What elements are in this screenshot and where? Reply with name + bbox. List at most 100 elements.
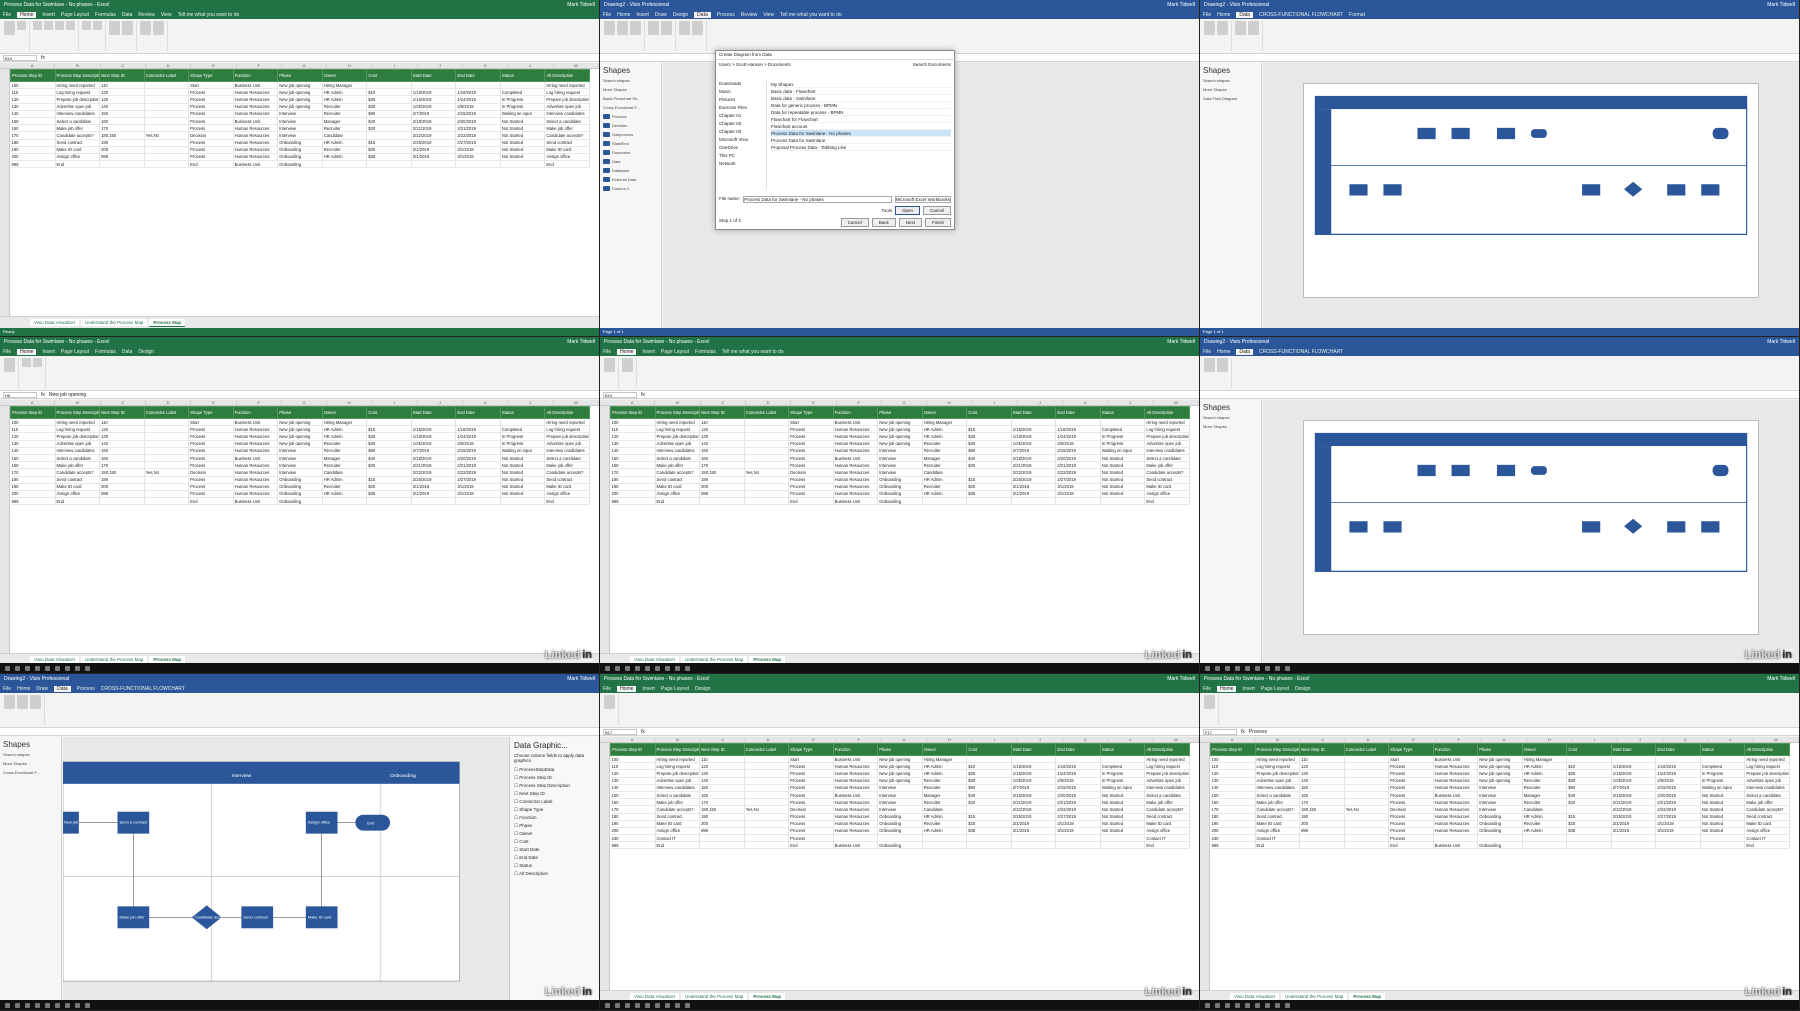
table-cell[interactable]: 110: [699, 755, 745, 764]
column-header[interactable]: Process Step ID: [610, 406, 656, 419]
table-cell[interactable]: Waiting on input: [1100, 784, 1146, 792]
table-cell[interactable]: Not Started: [500, 146, 546, 154]
tab-page-layout[interactable]: Page Layout: [61, 349, 89, 355]
table-cell[interactable]: 130: [10, 440, 56, 448]
table-cell[interactable]: Candidate: [322, 468, 368, 477]
shape-process[interactable]: Process: [603, 114, 658, 119]
table-cell[interactable]: 2/21/2019: [1655, 798, 1701, 807]
table-cell[interactable]: Human Resources: [833, 447, 879, 455]
table-cell[interactable]: Onboarding: [877, 490, 923, 499]
table-cell[interactable]: [1344, 784, 1390, 792]
table-cell[interactable]: Select a candidate: [655, 454, 701, 463]
column-header[interactable]: Alt Description: [1144, 406, 1190, 419]
table-cell[interactable]: Advertise open job: [55, 103, 101, 111]
table-cell[interactable]: Process: [788, 461, 834, 470]
table-cell[interactable]: [744, 841, 790, 850]
tab-data[interactable]: Data: [122, 12, 133, 18]
table-cell[interactable]: Hiring need reported: [1144, 418, 1190, 427]
table-row[interactable]: 120 Prepare job description 130 Process Huma…: [10, 432, 590, 441]
tab-home[interactable]: Home: [1217, 685, 1237, 692]
table-cell[interactable]: [144, 490, 190, 499]
table-cell[interactable]: [744, 762, 790, 771]
column-header[interactable]: Next Step ID: [1299, 743, 1345, 756]
table-cell[interactable]: Recruiter: [322, 447, 368, 455]
table-cell[interactable]: Recruiter: [322, 440, 368, 448]
table-cell[interactable]: 230: [1210, 834, 1256, 843]
table-cell[interactable]: 1/18/2019: [1011, 432, 1057, 441]
taskbar-app-icon[interactable]: [65, 665, 70, 671]
table-cell[interactable]: 170: [99, 124, 145, 133]
table-cell[interactable]: Process: [1388, 791, 1434, 800]
table-cell[interactable]: Recruiter: [922, 461, 968, 470]
table-cell[interactable]: 190: [699, 476, 745, 484]
table-cell[interactable]: 2/22/2019: [1055, 468, 1101, 477]
column-header[interactable]: Alt Description: [544, 406, 590, 419]
table-cell[interactable]: Make ID card: [655, 483, 701, 491]
table-cell[interactable]: Recruiter: [322, 103, 368, 111]
table-cell[interactable]: Process: [188, 483, 234, 491]
table-cell[interactable]: $15: [1566, 813, 1612, 821]
table-cell[interactable]: Interview candidates: [655, 784, 701, 792]
taskbar-app-icon[interactable]: [1245, 665, 1250, 671]
taskbar-app-icon[interactable]: [45, 665, 50, 671]
table-cell[interactable]: Onboarding: [877, 813, 923, 821]
table-cell[interactable]: $35: [966, 490, 1012, 499]
table-cell[interactable]: 150: [1299, 784, 1345, 792]
table-row[interactable]: 160 Make job offer 170 Process Human Resourc…: [10, 124, 590, 133]
table-cell[interactable]: Candidate accepts?: [544, 131, 590, 140]
table-cell[interactable]: $35: [1566, 827, 1612, 836]
table-cell[interactable]: [144, 117, 190, 126]
table-cell[interactable]: Advertise open job: [1144, 440, 1190, 448]
table-cell[interactable]: [1700, 834, 1746, 843]
filename-input[interactable]: Process Data for Swimlane - No phases: [743, 196, 892, 203]
table-cell[interactable]: Interview: [277, 468, 323, 477]
table-cell[interactable]: 2/22/2019: [1011, 468, 1057, 477]
table-cell[interactable]: [411, 497, 457, 506]
table-cell[interactable]: Log hiring request: [1744, 762, 1790, 771]
table-cell[interactable]: Business Unit: [833, 841, 879, 850]
table-cell[interactable]: [144, 81, 190, 90]
table-cell[interactable]: [833, 834, 879, 843]
table-cell[interactable]: Business Unit: [833, 791, 879, 800]
table-cell[interactable]: Advertise open job: [1744, 777, 1790, 785]
table-cell[interactable]: HR Admin: [322, 425, 368, 434]
table-cell[interactable]: [1611, 755, 1657, 764]
sheet-tab-understand[interactable]: Understand the Process Map: [681, 993, 748, 1000]
table-cell[interactable]: Waiting on input: [500, 447, 546, 455]
table-cell[interactable]: Recruiter: [322, 146, 368, 154]
formula-input[interactable]: Process: [1249, 729, 1267, 735]
table-cell[interactable]: 2/21/2019: [411, 124, 457, 133]
table-cell[interactable]: [744, 813, 790, 821]
stencil-basic-flowchart[interactable]: Basic Flowchart Sh...: [603, 96, 658, 101]
table-cell[interactable]: Interview candidates: [55, 447, 101, 455]
tab-file[interactable]: File: [1203, 12, 1211, 18]
table-cell[interactable]: 3/1/2019: [1011, 490, 1057, 499]
table-cell[interactable]: Process: [788, 490, 834, 499]
column-header[interactable]: Cost: [366, 406, 412, 419]
worksheet[interactable]: A B C D E F G H I J K L M Process Step ID Process Step…: [600, 737, 1199, 990]
table-cell[interactable]: 1/25/2019: [411, 103, 457, 111]
table-cell[interactable]: [1100, 418, 1146, 427]
table-cell[interactable]: 180,150: [99, 468, 145, 477]
table-cell[interactable]: Process: [1388, 769, 1434, 778]
table-cell[interactable]: Onboarding: [877, 497, 923, 506]
table-cell[interactable]: 1/24/2019: [1055, 769, 1101, 778]
tab-insert[interactable]: Insert: [42, 349, 55, 355]
table-cell[interactable]: [144, 139, 190, 147]
table-cell[interactable]: Process: [788, 476, 834, 484]
table-row[interactable]: 999 End End Business Unit Onboarding End: [610, 497, 1190, 506]
table-cell[interactable]: [1344, 762, 1390, 771]
table-cell[interactable]: 140: [99, 103, 145, 111]
table-cell[interactable]: In Progress: [1100, 777, 1146, 785]
more-shapes-item[interactable]: More Shapes: [3, 761, 58, 766]
refresh-icon[interactable]: [17, 695, 28, 709]
table-cell[interactable]: [1700, 755, 1746, 764]
table-cell[interactable]: 2/22/2019: [411, 468, 457, 477]
table-cell[interactable]: 110: [10, 88, 56, 97]
table-cell[interactable]: Not Started: [1700, 820, 1746, 828]
table-cell[interactable]: Not Started: [1100, 461, 1146, 470]
table-cell[interactable]: $25: [966, 432, 1012, 441]
table-cell[interactable]: Interview: [277, 461, 323, 470]
table-cell[interactable]: [1566, 834, 1612, 843]
table-cell[interactable]: [366, 418, 412, 427]
